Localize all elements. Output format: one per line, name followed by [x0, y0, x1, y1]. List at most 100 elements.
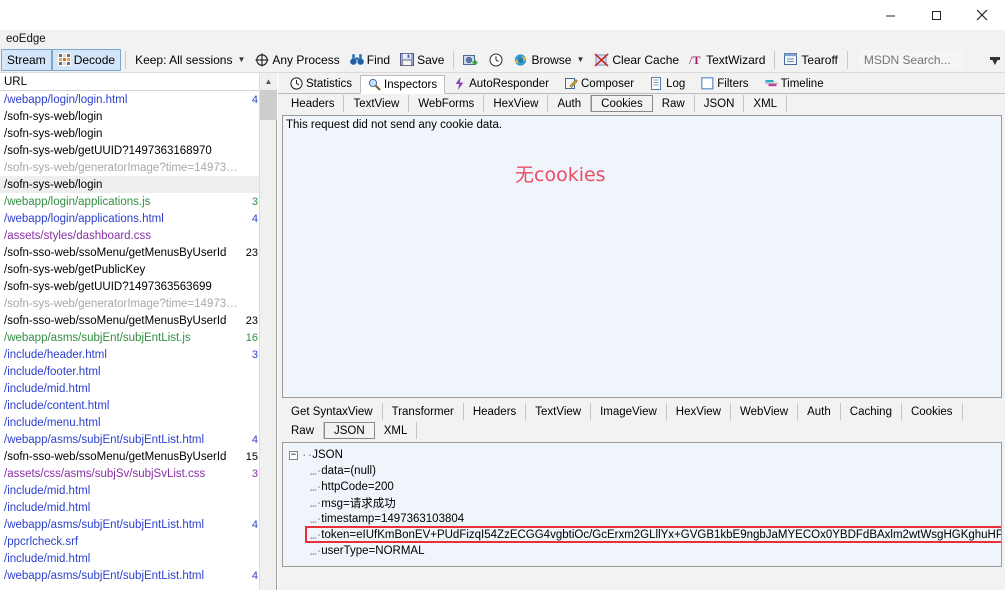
request-tab-webforms[interactable]: WebForms: [409, 95, 485, 112]
minimize-button[interactable]: [867, 0, 913, 30]
session-size: 16: [245, 331, 258, 344]
response-subtab-row[interactable]: Raw JSON XML: [278, 421, 1005, 440]
session-row[interactable]: /sofn-sso-web/ssoMenu/getMenusByUserId 23: [0, 312, 260, 329]
session-row[interactable]: /assets/css/asms/subjSv/subjSvList.css 3: [0, 465, 260, 482]
close-button[interactable]: [959, 0, 1005, 30]
response-tab-row[interactable]: Get SyntaxView Transformer Headers TextView…: [278, 402, 1005, 421]
screenshot-button[interactable]: [458, 49, 484, 71]
session-url: /assets/css/asms/subjSv/subjSvList.css: [4, 467, 206, 480]
collapse-icon[interactable]: −: [289, 450, 298, 460]
menu-item-eoedge[interactable]: eoEdge: [2, 32, 50, 46]
find-button[interactable]: Find: [345, 49, 395, 71]
response-subtab-raw[interactable]: Raw: [282, 422, 325, 439]
session-row[interactable]: /include/menu.html: [0, 414, 260, 431]
textwizard-button[interactable]: / T TextWizard: [684, 49, 770, 71]
json-node[interactable]: …· data=(null): [289, 463, 1001, 479]
toolbar-overflow-button[interactable]: ▬ ▼: [987, 52, 1003, 67]
response-tab-caching[interactable]: Caching: [841, 403, 902, 420]
tab-inspectors[interactable]: Inspectors: [360, 75, 446, 94]
tab-log[interactable]: Log: [642, 74, 693, 93]
any-process-button[interactable]: Any Process: [250, 49, 344, 71]
session-size: 4: [251, 93, 258, 106]
session-rows[interactable]: /webapp/login/login.html 4/sofn-sys-web/l…: [0, 91, 260, 590]
keep-sessions-dropdown[interactable]: Keep: All sessions ▼: [130, 49, 250, 71]
session-row[interactable]: /webapp/asms/subjEnt/subjEntList.js 16: [0, 329, 260, 346]
tearoff-button[interactable]: Tearoff: [779, 49, 842, 71]
session-row[interactable]: /sofn-sys-web/login: [0, 176, 260, 193]
save-button[interactable]: Save: [395, 49, 449, 71]
session-row[interactable]: /include/content.html: [0, 397, 260, 414]
tab-autoresponder[interactable]: AutoResponder: [445, 74, 557, 93]
response-subtab-json[interactable]: JSON: [324, 422, 375, 439]
response-tab-get-syntaxview[interactable]: Get SyntaxView: [282, 403, 383, 420]
session-row[interactable]: /sofn-sys-web/generatorImage?time=14973…: [0, 159, 260, 176]
response-tab-auth[interactable]: Auth: [798, 403, 841, 420]
json-node[interactable]: …· timestamp=1497363103804: [289, 511, 1001, 527]
request-tab-json[interactable]: JSON: [695, 95, 745, 112]
tab-composer[interactable]: Composer: [557, 74, 642, 93]
session-row[interactable]: /webapp/login/applications.html 4: [0, 210, 260, 227]
session-row[interactable]: /webapp/asms/subjEnt/subjEntList.html 4: [0, 516, 260, 533]
request-tab-raw[interactable]: Raw: [653, 95, 695, 112]
tab-label: Log: [666, 77, 686, 90]
session-row[interactable]: /sofn-sys-web/getUUID?1497363563699: [0, 278, 260, 295]
timer-button[interactable]: [484, 49, 508, 71]
response-tab-cookies[interactable]: Cookies: [902, 403, 963, 420]
json-node[interactable]: …· httpCode=200: [289, 479, 1001, 495]
session-row[interactable]: /sofn-sso-web/ssoMenu/getMenusByUserId 23: [0, 244, 260, 261]
scroll-up-arrow-icon[interactable]: ▲: [260, 73, 277, 90]
response-subtab-xml[interactable]: XML: [375, 422, 418, 439]
session-row[interactable]: /sofn-sys-web/getPublicKey: [0, 261, 260, 278]
session-row[interactable]: /sofn-sso-web/ssoMenu/getMenusByUserId 15: [0, 448, 260, 465]
session-list-panel: URL /webapp/login/login.html 4/sofn-sys-w…: [0, 73, 277, 590]
json-node[interactable]: …· token=eIUfKmBonEV+PUdFizqI54ZzECGG4vgb…: [289, 527, 1001, 543]
session-row[interactable]: /webapp/asms/subjEnt/subjEntList.html 4: [0, 431, 260, 448]
response-tab-hexview[interactable]: HexView: [667, 403, 731, 420]
session-row[interactable]: /webapp/asms/subjEnt/subjEntList.html 4: [0, 567, 260, 584]
request-tab-hexview[interactable]: HexView: [484, 95, 549, 112]
request-tab-cookies[interactable]: Cookies: [591, 95, 653, 112]
response-tab-webview[interactable]: WebView: [731, 403, 799, 420]
session-row[interactable]: /webapp/login/applications.js 3: [0, 193, 260, 210]
request-tab-textview[interactable]: TextView: [344, 95, 410, 112]
inspector-tab-row[interactable]: Statistics Inspectors AutoResponder Compose…: [278, 73, 1005, 94]
browse-chevron-down-icon[interactable]: ▼: [576, 55, 584, 64]
session-row[interactable]: /include/mid.html: [0, 550, 260, 567]
request-tab-xml[interactable]: XML: [744, 95, 788, 112]
session-row[interactable]: /sofn-sys-web/getUUID?1497363168970: [0, 142, 260, 159]
session-row[interactable]: /assets/styles/dashboard.css: [0, 227, 260, 244]
scrollbar-thumb[interactable]: [260, 90, 277, 120]
json-node[interactable]: …· msg=请求成功: [289, 495, 1001, 511]
stream-button[interactable]: Stream: [1, 48, 52, 71]
session-row[interactable]: /include/mid.html: [0, 482, 260, 499]
browse-button[interactable]: Browse ▼: [508, 49, 589, 71]
response-tab-headers[interactable]: Headers: [464, 403, 527, 420]
response-tab-imageview[interactable]: ImageView: [591, 403, 667, 420]
session-list-scrollbar[interactable]: ▲: [259, 73, 277, 590]
msdn-search-input[interactable]: [857, 49, 963, 70]
json-root-label: JSON: [312, 449, 343, 461]
maximize-button[interactable]: [913, 0, 959, 30]
json-node[interactable]: …· userType=NORMAL: [289, 543, 1001, 559]
tab-filters[interactable]: Filters: [693, 74, 756, 93]
session-row[interactable]: /webapp/login/login.html 4: [0, 91, 260, 108]
session-row[interactable]: /sofn-sys-web/login: [0, 108, 260, 125]
session-size: 4: [251, 518, 258, 531]
session-row[interactable]: /include/header.html 3: [0, 346, 260, 363]
decode-button[interactable]: Decode: [51, 48, 122, 71]
session-row[interactable]: /ppcrlcheck.srf: [0, 533, 260, 550]
tab-timeline[interactable]: Timeline: [757, 74, 832, 93]
request-tab-headers[interactable]: Headers: [282, 95, 345, 112]
clear-cache-button[interactable]: Clear Cache: [589, 49, 684, 71]
session-row[interactable]: /include/mid.html: [0, 380, 260, 397]
request-tab-row[interactable]: Headers TextView WebForms HexView Auth Cookie…: [278, 94, 1005, 113]
tab-statistics[interactable]: Statistics: [282, 74, 360, 93]
request-tab-auth[interactable]: Auth: [548, 95, 592, 112]
session-row[interactable]: /include/footer.html: [0, 363, 260, 380]
session-row[interactable]: /sofn-sys-web/login: [0, 125, 260, 142]
json-root-node[interactable]: − ·· JSON: [289, 447, 1001, 463]
session-row[interactable]: /sofn-sys-web/generatorImage?time=14973…: [0, 295, 260, 312]
session-row[interactable]: /include/mid.html: [0, 499, 260, 516]
response-tab-textview[interactable]: TextView: [526, 403, 592, 420]
response-tab-transformer[interactable]: Transformer: [383, 403, 464, 420]
